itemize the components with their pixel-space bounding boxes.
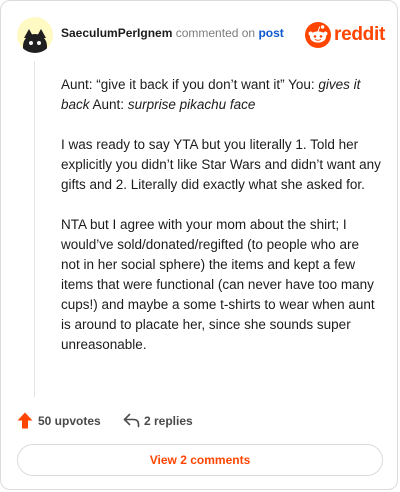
cat-eye-icon	[29, 41, 33, 45]
comment-text: Aunt: “give it back if you don’t want it…	[61, 77, 319, 92]
avatar[interactable]	[17, 17, 53, 53]
reply-count[interactable]: 2 replies	[144, 414, 193, 428]
comment-paragraph: Aunt: “give it back if you don’t want it…	[61, 75, 381, 115]
username-link[interactable]: SaeculumPerIgnem	[61, 26, 172, 40]
reddit-wordmark: reddit	[334, 24, 385, 45]
reddit-brand[interactable]: reddit	[305, 22, 385, 48]
comment-footer: 50 upvotes 2 replies	[17, 411, 377, 431]
comment-text: Aunt:	[89, 97, 128, 112]
post-link[interactable]: post	[258, 26, 283, 40]
comment-header: SaeculumPerIgnem commented on post reddi…	[17, 17, 385, 53]
comment-card: SaeculumPerIgnem commented on post reddi…	[0, 0, 398, 490]
comment-body: Aunt: “give it back if you don’t want it…	[61, 75, 381, 375]
upvote-count: 50 upvotes	[38, 414, 101, 428]
comment-paragraph: NTA but I agree with your mom about the …	[61, 217, 375, 352]
cat-eye-icon	[37, 41, 41, 45]
commented-on-text: commented on	[175, 26, 256, 40]
reply-arrow-icon[interactable]	[123, 413, 140, 428]
byline: SaeculumPerIgnem commented on post	[61, 26, 284, 40]
comment-italic-text: surprise pikachu face	[127, 97, 256, 112]
view-comments-button[interactable]: View 2 comments	[17, 444, 383, 476]
thread-line	[34, 61, 35, 397]
upvote-arrow-icon[interactable]	[17, 412, 33, 429]
comment-paragraph: I was ready to say YTA but you literally…	[61, 137, 381, 192]
reddit-snoo-icon	[305, 22, 331, 48]
black-cat-icon	[23, 34, 47, 53]
